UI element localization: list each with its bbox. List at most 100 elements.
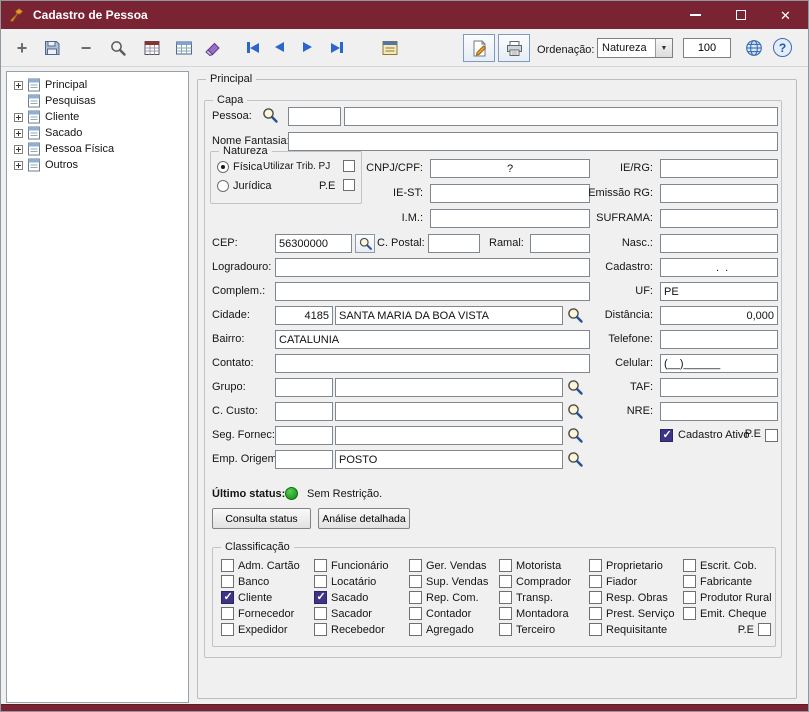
emp-origem-lookup-icon[interactable] — [566, 450, 584, 468]
seg-fornec-name-input[interactable] — [335, 426, 563, 445]
grupo-code-input[interactable] — [275, 378, 333, 397]
expand-icon[interactable] — [14, 129, 23, 138]
classification-checkbox[interactable] — [589, 623, 602, 636]
classification-checkbox[interactable] — [499, 575, 512, 588]
print-button[interactable] — [498, 34, 530, 62]
classification-checkbox[interactable] — [314, 623, 327, 636]
cidade-name-input[interactable] — [335, 306, 563, 325]
juridica-radio[interactable] — [217, 180, 229, 192]
classification-checkbox[interactable] — [589, 591, 602, 604]
nasc-input[interactable] — [660, 234, 778, 253]
nre-input[interactable] — [660, 402, 778, 421]
contato-input[interactable] — [275, 354, 590, 373]
analise-detalhada-button[interactable]: Análise detalhada — [318, 508, 410, 529]
pessoa-name-input[interactable] — [344, 107, 778, 126]
classification-checkbox[interactable] — [499, 559, 512, 572]
cep-lookup-button[interactable] — [355, 234, 375, 253]
c-custo-code-input[interactable] — [275, 402, 333, 421]
suframa-input[interactable] — [660, 209, 778, 228]
form-view-button[interactable] — [381, 39, 399, 57]
c-custo-name-input[interactable] — [335, 402, 563, 421]
classification-checkbox[interactable] — [409, 623, 422, 636]
ie-rg-input[interactable] — [660, 159, 778, 178]
classification-checkbox[interactable] — [221, 591, 234, 604]
delete-button[interactable]: − — [77, 39, 95, 57]
tree-item-outros[interactable]: Outros — [7, 157, 188, 173]
complem-input[interactable] — [275, 282, 590, 301]
new-record-button[interactable] — [463, 34, 495, 62]
classificacao-pe-checkbox[interactable] — [758, 623, 771, 636]
im-input[interactable] — [430, 209, 590, 228]
cadastro-ativo-pe-checkbox[interactable] — [765, 429, 778, 442]
classification-checkbox[interactable] — [221, 607, 234, 620]
cidade-code-input[interactable] — [275, 306, 333, 325]
save-button[interactable] — [43, 39, 61, 57]
maximize-button[interactable] — [718, 1, 763, 29]
classification-checkbox[interactable] — [221, 559, 234, 572]
classification-checkbox[interactable] — [683, 607, 696, 620]
classification-checkbox[interactable] — [314, 607, 327, 620]
taf-input[interactable] — [660, 378, 778, 397]
nav-last-button[interactable] — [331, 42, 343, 53]
logradouro-input[interactable] — [275, 258, 590, 277]
help-button[interactable]: ? — [773, 38, 792, 57]
classification-checkbox[interactable] — [221, 575, 234, 588]
cadastro-input[interactable] — [660, 258, 778, 277]
web-button[interactable] — [745, 39, 763, 57]
tree-item-pessoa-fisica[interactable]: Pessoa Física — [7, 141, 188, 157]
classification-checkbox[interactable] — [683, 591, 696, 604]
seg-fornec-code-input[interactable] — [275, 426, 333, 445]
classification-checkbox[interactable] — [683, 559, 696, 572]
emp-origem-name-input[interactable] — [335, 450, 563, 469]
tree-item-pesquisas[interactable]: Pesquisas — [7, 93, 188, 109]
nav-prev-button[interactable] — [275, 42, 284, 52]
tree-item-principal[interactable]: Principal — [7, 77, 188, 93]
search-button[interactable] — [109, 39, 127, 57]
ordenacao-select[interactable]: Natureza ▼ — [597, 38, 673, 58]
consulta-status-button[interactable]: Consulta status — [212, 508, 311, 529]
nav-first-button[interactable] — [247, 42, 259, 53]
emissao-rg-input[interactable] — [660, 184, 778, 203]
classification-checkbox[interactable] — [221, 623, 234, 636]
record-count-input[interactable] — [683, 38, 731, 58]
expand-icon[interactable] — [14, 161, 23, 170]
classification-checkbox[interactable] — [499, 607, 512, 620]
tree-item-sacado[interactable]: Sacado — [7, 125, 188, 141]
grupo-name-input[interactable] — [335, 378, 563, 397]
pessoa-lookup-icon[interactable] — [261, 106, 279, 124]
nome-fantasia-input[interactable] — [288, 132, 778, 151]
calculator-button[interactable] — [143, 39, 161, 57]
cadastro-ativo-checkbox[interactable] — [660, 429, 673, 442]
classification-checkbox[interactable] — [409, 607, 422, 620]
minimize-button[interactable] — [673, 1, 718, 29]
cnpj-cpf-input[interactable] — [430, 159, 590, 178]
add-button[interactable]: + — [13, 39, 31, 57]
classification-checkbox[interactable] — [314, 559, 327, 572]
classification-checkbox[interactable] — [589, 559, 602, 572]
distancia-input[interactable] — [660, 306, 778, 325]
clear-button[interactable] — [204, 39, 222, 57]
classification-checkbox[interactable] — [409, 575, 422, 588]
tree-item-cliente[interactable]: Cliente — [7, 109, 188, 125]
celular-input[interactable] — [660, 354, 778, 373]
classification-checkbox[interactable] — [499, 591, 512, 604]
classification-checkbox[interactable] — [589, 607, 602, 620]
expand-icon[interactable] — [14, 81, 23, 90]
classification-checkbox[interactable] — [499, 623, 512, 636]
classification-checkbox[interactable] — [683, 575, 696, 588]
ie-st-input[interactable] — [430, 184, 590, 203]
grid-button[interactable] — [175, 39, 193, 57]
nav-next-button[interactable] — [303, 42, 312, 52]
classification-checkbox[interactable] — [409, 591, 422, 604]
fisica-radio[interactable] — [217, 161, 229, 173]
classification-checkbox[interactable] — [409, 559, 422, 572]
classification-checkbox[interactable] — [314, 591, 327, 604]
c-postal-input[interactable] — [428, 234, 480, 253]
bairro-input[interactable] — [275, 330, 590, 349]
classification-checkbox[interactable] — [589, 575, 602, 588]
cep-input[interactable] — [275, 234, 352, 253]
telefone-input[interactable] — [660, 330, 778, 349]
expand-icon[interactable] — [14, 145, 23, 154]
expand-icon[interactable] — [14, 113, 23, 122]
close-button[interactable]: ✕ — [763, 1, 808, 29]
